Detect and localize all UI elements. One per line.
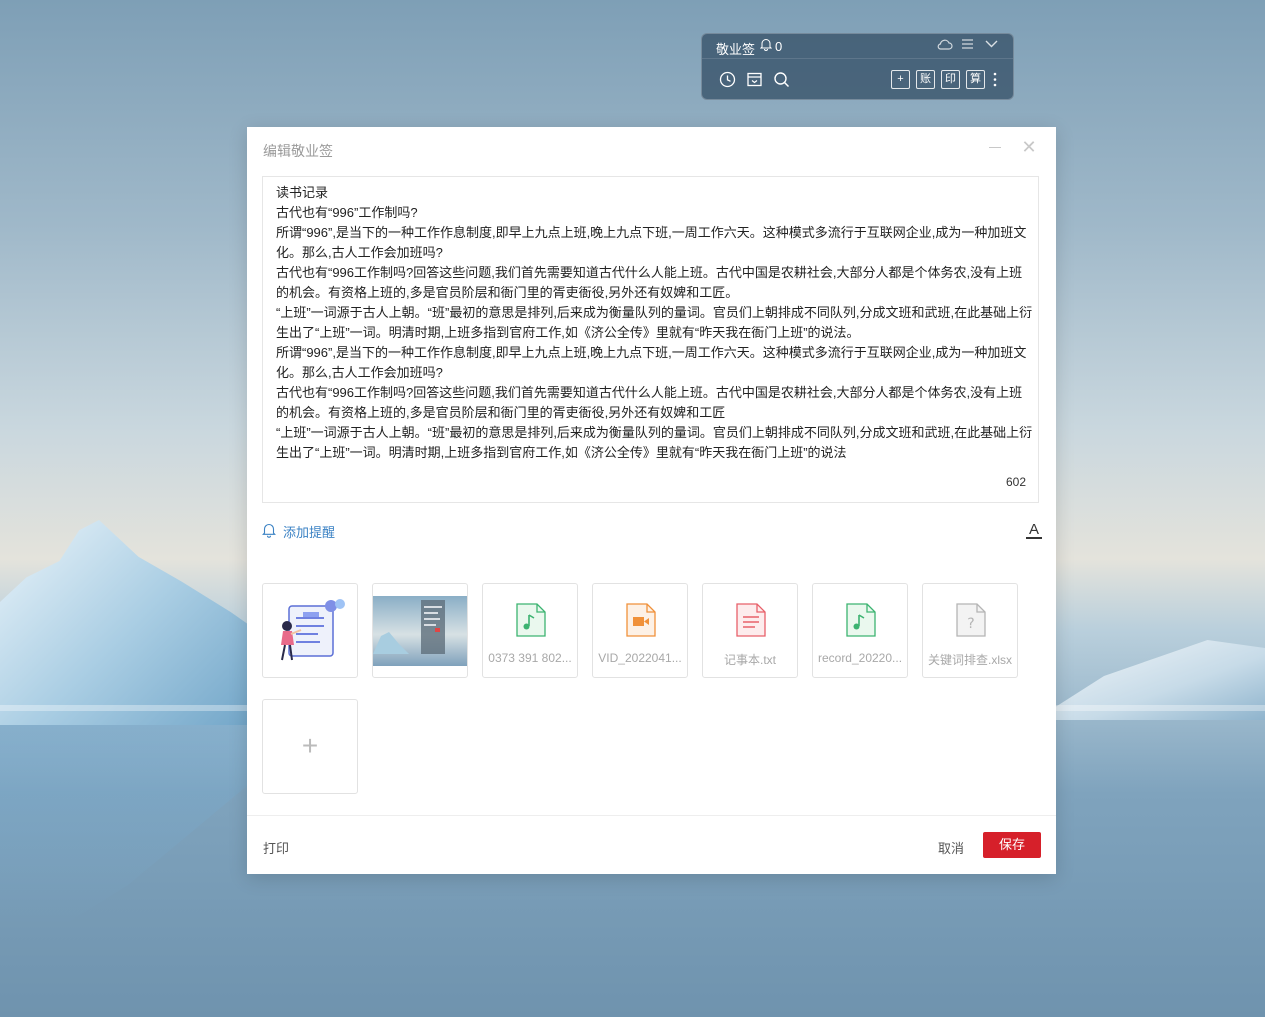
attachment-text-file[interactable]: 记事本.txt — [702, 583, 798, 678]
clock-icon[interactable] — [719, 71, 736, 88]
content-line: 所谓“996”,是当下的一种工作作息制度,即早上九点上班,晚上九点下班,一周工作… — [276, 345, 1027, 380]
content-line: “上班”一词源于古人上朝。“班”最初的意思是排列,后来成为衡量队列的量词。官员们… — [276, 305, 1033, 340]
attachment-name: 关键词排查.xlsx — [927, 653, 1012, 667]
illustration-thumbnail — [281, 599, 345, 661]
archive-icon[interactable] — [746, 71, 763, 88]
content-line: 读书记录 — [276, 185, 329, 200]
content-line: 古代也有“996工作制吗?回答这些问题,我们首先需要知道古代什么人能上班。古代中… — [276, 265, 1023, 300]
footer-divider — [247, 815, 1056, 816]
text-file-icon — [736, 603, 766, 637]
desktop-widget: 敬业签 0 + 账 印 算 — [701, 33, 1014, 100]
bell-icon — [262, 522, 276, 538]
close-icon[interactable]: ✕ — [1019, 137, 1039, 157]
print-button[interactable]: 打印 — [263, 838, 289, 857]
bell-icon[interactable] — [759, 38, 773, 54]
content-line: “上班”一词源于古人上朝。“班”最初的意思是排列,后来成为衡量队列的量词。官员们… — [276, 425, 1033, 460]
character-count: 602 — [1005, 475, 1026, 489]
content-line: 所谓“996”,是当下的一种工作作息制度,即早上九点上班,晚上九点下班,一周工作… — [276, 225, 1027, 260]
attachment-unknown-file[interactable]: ? 关键词排查.xlsx — [922, 583, 1018, 678]
add-attachment-button[interactable]: + — [262, 699, 358, 794]
screenshot-thumbnail — [373, 596, 467, 666]
svg-text:?: ? — [967, 616, 974, 632]
note-content[interactable]: 读书记录 古代也有“996”工作制吗? 所谓“996”,是当下的一种工作作息制度… — [276, 183, 1033, 463]
add-note-icon[interactable]: + — [891, 70, 910, 89]
content-line: 古代也有“996工作制吗?回答这些问题,我们首先需要知道古代什么人能上班。古代中… — [276, 385, 1023, 420]
print-widget-button[interactable]: 印 — [941, 70, 960, 89]
attachment-audio-file[interactable]: 0373 391 802... — [482, 583, 578, 678]
reminder-count: 0 — [775, 39, 783, 54]
attachment-name: 记事本.txt — [723, 653, 776, 667]
content-line: 古代也有“996”工作制吗? — [276, 205, 418, 220]
widget-title[interactable]: 敬业签 — [716, 39, 755, 58]
attachment-name: VID_2022041... — [598, 651, 682, 665]
cancel-button[interactable]: 取消 — [938, 838, 964, 857]
attachment-video-file[interactable]: VID_2022041... — [592, 583, 688, 678]
minimize-button[interactable] — [989, 147, 1001, 148]
attachment-image-screenshot[interactable] — [372, 583, 468, 678]
attachment-name: 0373 391 802... — [488, 651, 572, 665]
attachment-name: record_20220... — [817, 651, 903, 665]
more-options-icon[interactable] — [992, 71, 998, 88]
video-file-icon — [626, 603, 656, 637]
widget-header: 敬业签 0 — [702, 34, 1013, 59]
unknown-file-icon: ? — [956, 603, 986, 637]
note-editor[interactable]: 读书记录 古代也有“996”工作制吗? 所谓“996”,是当下的一种工作作息制度… — [262, 176, 1039, 503]
cloud-sync-icon[interactable] — [937, 38, 953, 53]
chevron-down-icon[interactable] — [985, 38, 998, 53]
edit-note-dialog: 编辑敬业签 ✕ 读书记录 古代也有“996”工作制吗? 所谓“996”,是当下的… — [247, 127, 1056, 874]
add-reminder-label: 添加提醒 — [283, 525, 336, 540]
menu-icon[interactable] — [961, 38, 974, 53]
audio-file-icon — [516, 603, 546, 637]
audio-file-icon — [846, 603, 876, 637]
search-icon[interactable] — [773, 71, 790, 88]
calculator-button[interactable]: 算 — [966, 70, 985, 89]
save-button[interactable]: 保存 — [983, 832, 1041, 858]
attachment-audio-file[interactable]: record_20220... — [812, 583, 908, 678]
attachment-image-illustration[interactable] — [262, 583, 358, 678]
font-style-icon[interactable]: A — [1026, 521, 1042, 539]
dialog-title: 编辑敬业签 — [263, 143, 333, 159]
account-button[interactable]: 账 — [916, 70, 935, 89]
